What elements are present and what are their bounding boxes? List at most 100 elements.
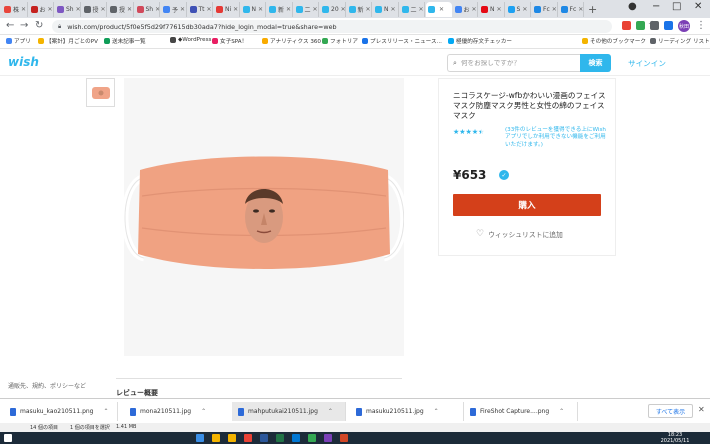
- bookmark-item[interactable]: プレスリリース・ニュース...: [362, 37, 442, 45]
- buy-button[interactable]: 購入: [453, 194, 601, 216]
- tab-close-icon[interactable]: ✕: [439, 6, 444, 13]
- tab-close-icon[interactable]: ✕: [472, 6, 477, 13]
- minimize-button[interactable]: −: [652, 1, 660, 12]
- tab-close-icon[interactable]: ✕: [419, 6, 424, 13]
- browser-tab[interactable]: お ✕: [29, 2, 54, 17]
- bookmark-item[interactable]: アプリ: [6, 37, 31, 45]
- tab-close-icon[interactable]: ✕: [258, 6, 263, 13]
- bookmark-item[interactable]: リーディング リスト: [650, 37, 710, 45]
- maximize-button[interactable]: □: [672, 1, 681, 12]
- chevron-up-icon[interactable]: ⌃: [201, 408, 206, 415]
- signin-link[interactable]: サインイン: [628, 58, 666, 69]
- tab-close-icon[interactable]: ✕: [497, 6, 502, 13]
- tab-close-icon[interactable]: ✕: [578, 6, 583, 13]
- browser-tab[interactable]: 二 ✕: [294, 2, 319, 17]
- browser-tab[interactable]: 新 ✕: [347, 2, 372, 17]
- tab-close-icon[interactable]: ✕: [48, 6, 53, 13]
- taskbar-app-icon[interactable]: [276, 434, 284, 442]
- browser-tab[interactable]: N ✕: [241, 2, 266, 17]
- taskbar-app-icon[interactable]: [340, 434, 348, 442]
- bookmark-item[interactable]: 【案計】月ごとのPV: [38, 37, 98, 45]
- tab-close-icon[interactable]: ✕: [207, 6, 212, 13]
- browser-tab[interactable]: N ✕: [479, 2, 505, 17]
- browser-tab[interactable]: お ✕: [453, 2, 478, 17]
- browser-tab[interactable]: 予 ✕: [161, 2, 187, 17]
- browser-tab[interactable]: 授 ✕: [108, 2, 134, 17]
- new-tab-button[interactable]: +: [588, 3, 597, 16]
- browser-tab[interactable]: Fc ✕: [559, 2, 584, 17]
- browser-tab[interactable]: Sh ✕: [55, 2, 81, 17]
- taskbar-app-icon[interactable]: [212, 434, 220, 442]
- browser-tab[interactable]: Sh ✕: [135, 2, 160, 17]
- search-input[interactable]: [460, 59, 571, 67]
- browser-tab[interactable]: 授 ✕: [82, 2, 107, 17]
- product-main-image[interactable]: [121, 78, 408, 356]
- tab-close-icon[interactable]: ✕: [313, 6, 318, 13]
- tab-close-icon[interactable]: ✕: [522, 6, 527, 13]
- tab-close-icon[interactable]: ✕: [391, 6, 396, 13]
- forward-icon[interactable]: →: [20, 20, 28, 31]
- browser-tab[interactable]: 20 ✕: [320, 2, 346, 17]
- bookmark-item[interactable]: ◆WordPress: [170, 37, 211, 43]
- browser-tab[interactable]: Tt ✕: [188, 2, 213, 17]
- bookmark-item[interactable]: その他のブックマーク: [582, 37, 646, 45]
- tab-close-icon[interactable]: ✕: [101, 6, 106, 13]
- profile-avatar[interactable]: 秋田: [678, 20, 690, 32]
- browser-tab[interactable]: S ✕: [506, 2, 531, 17]
- extension-icon[interactable]: [622, 21, 631, 30]
- reload-icon[interactable]: ↻: [35, 20, 43, 31]
- download-item[interactable]: FireShot Capture....png ⌃: [464, 402, 578, 421]
- bookmark-item[interactable]: 送未記事一覧: [104, 37, 146, 45]
- browser-tab[interactable]: N ✕: [373, 2, 399, 17]
- menu-icon[interactable]: ⋮: [696, 20, 706, 31]
- taskbar-app-icon[interactable]: [292, 434, 300, 442]
- browser-tab[interactable]: Fc ✕: [532, 2, 558, 17]
- product-thumbnail[interactable]: [86, 78, 115, 107]
- extension-icon[interactable]: [636, 21, 645, 30]
- profile-dot-icon[interactable]: ●: [628, 1, 637, 12]
- tab-close-icon[interactable]: ✕: [366, 6, 371, 13]
- taskbar-app-icon[interactable]: [308, 434, 316, 442]
- tab-close-icon[interactable]: ✕: [127, 6, 132, 13]
- add-to-wishlist-button[interactable]: ♡ ウィッシュリストに追加: [476, 229, 563, 239]
- taskbar-app-icon[interactable]: [196, 434, 204, 442]
- tab-close-icon[interactable]: ✕: [233, 6, 238, 13]
- download-item[interactable]: masuku210511.jpg ⌃: [350, 402, 464, 421]
- start-icon[interactable]: [4, 434, 12, 442]
- review-count-link[interactable]: (33件のレビューを獲得できる上にWishアプリでしか利用できない機能をご利用い…: [505, 127, 611, 149]
- extension-icon[interactable]: [664, 21, 673, 30]
- taskbar-app-icon[interactable]: [228, 434, 236, 442]
- taskbar-app-icon[interactable]: [324, 434, 332, 442]
- show-all-downloads-button[interactable]: すべて表示: [648, 404, 693, 418]
- address-bar[interactable]: 🔒︎ wish.com/product/5f0e5f5d29f77615db30…: [52, 20, 656, 33]
- browser-tab[interactable]: 新 ✕: [267, 2, 293, 17]
- tab-close-icon[interactable]: ✕: [552, 6, 557, 13]
- download-item[interactable]: masuku_kao210511.png ⌃: [4, 402, 118, 421]
- tab-close-icon[interactable]: ✕: [155, 6, 159, 13]
- search-box[interactable]: ⌕: [447, 54, 580, 72]
- bookmark-item[interactable]: フォトリア: [322, 37, 358, 45]
- close-window-button[interactable]: ✕: [694, 1, 702, 12]
- tab-close-icon[interactable]: ✕: [76, 6, 80, 13]
- wish-logo[interactable]: wish: [8, 55, 39, 69]
- taskbar-app-icon[interactable]: [260, 434, 268, 442]
- close-downloads-icon[interactable]: ✕: [698, 405, 705, 414]
- footer-policy-link[interactable]: 通販先、規約、ポリシーなど: [8, 381, 86, 390]
- browser-tab[interactable]: 二 ✕: [400, 2, 425, 17]
- back-icon[interactable]: ←: [6, 20, 14, 31]
- bookmark-item[interactable]: 極優的存文チェッカー: [448, 37, 512, 45]
- download-item[interactable]: mahputukai210511.jpg ⌃: [232, 402, 346, 421]
- taskbar-clock[interactable]: 18:23 2021/05/11: [650, 432, 700, 444]
- tab-close-icon[interactable]: ✕: [341, 6, 345, 13]
- chevron-up-icon[interactable]: ⌃: [434, 408, 439, 415]
- search-button[interactable]: 検索: [580, 54, 611, 72]
- taskbar-app-icon[interactable]: [244, 434, 252, 442]
- browser-tab[interactable]: Ni ✕: [214, 2, 240, 17]
- tab-close-icon[interactable]: ✕: [21, 6, 26, 13]
- browser-tab[interactable]: 株 ✕: [2, 2, 28, 17]
- bookmark-item[interactable]: アナリティクス 360: [262, 37, 321, 45]
- download-item[interactable]: mona210511.jpg ⌃: [124, 402, 238, 421]
- tab-close-icon[interactable]: ✕: [180, 6, 185, 13]
- chevron-up-icon[interactable]: ⌃: [328, 408, 333, 415]
- extension-icon[interactable]: [650, 21, 659, 30]
